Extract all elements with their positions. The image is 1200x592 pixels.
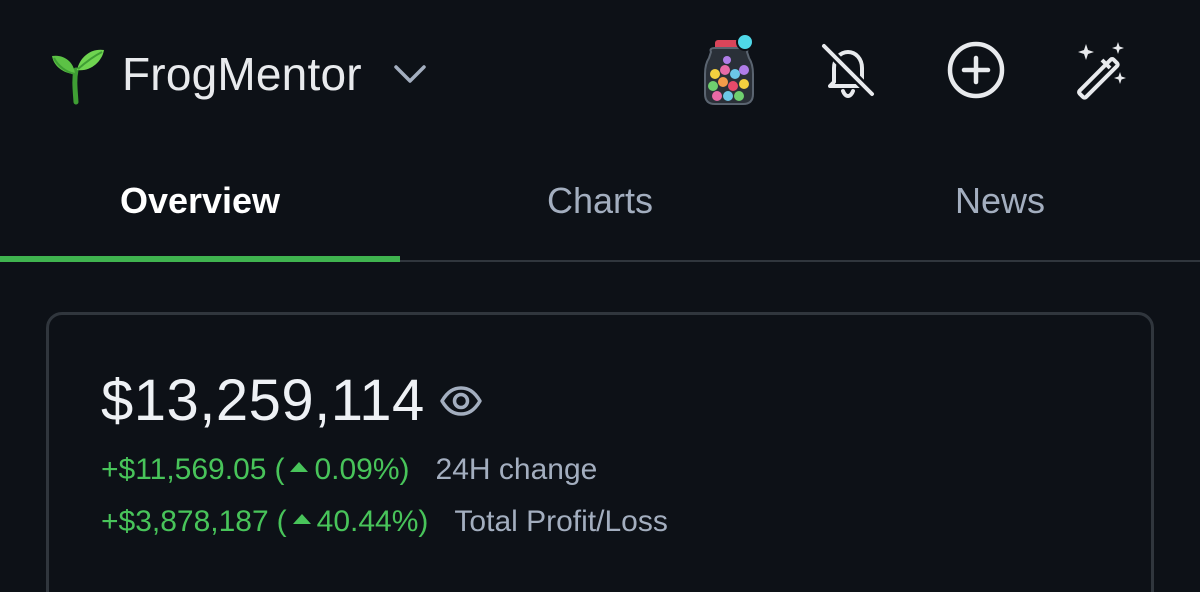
magic-wand-icon	[1068, 38, 1132, 107]
portfolio-screen: FrogMentor Overview Charts News $13,259,…	[0, 0, 1200, 592]
tab-overview[interactable]: Overview	[0, 150, 400, 262]
triangle-up-icon	[290, 462, 309, 472]
candy-jar-icon	[697, 32, 761, 111]
change-24h-label: 24H change	[435, 453, 598, 486]
plus-circle-icon	[944, 38, 1008, 107]
total-pl-percent: 40.44%	[316, 505, 419, 538]
change-24h-close-paren: )	[399, 453, 410, 486]
balance-row: $13,259,114	[101, 367, 483, 434]
tab-news[interactable]: News	[800, 150, 1200, 260]
app-header: FrogMentor	[0, 0, 1200, 150]
portfolio-summary-card: $13,259,114 +$11,569.05 ( 0.09% ) 24H ch…	[46, 312, 1154, 592]
portfolio-switcher[interactable]: FrogMentor	[44, 42, 428, 106]
bell-off-icon	[816, 38, 880, 107]
total-pl-amount: +$3,878,187	[101, 505, 269, 538]
change-24h-percent: 0.09%	[314, 453, 400, 486]
change-24h-row: +$11,569.05 ( 0.09% ) 24H change	[101, 453, 597, 487]
magic-button[interactable]	[1068, 40, 1132, 104]
total-balance: $13,259,114	[101, 368, 425, 433]
alerts-button[interactable]	[816, 40, 880, 104]
eye-icon[interactable]	[439, 379, 483, 423]
total-pl-row: +$3,878,187 ( 40.44% ) Total Profit/Loss	[101, 505, 668, 539]
triangle-up-icon	[292, 514, 311, 524]
tab-bar: Overview Charts News	[0, 150, 1200, 262]
change-24h-amount: +$11,569.05	[101, 453, 267, 486]
total-pl-label: Total Profit/Loss	[454, 505, 668, 538]
tab-charts[interactable]: Charts	[400, 150, 800, 260]
add-button[interactable]	[944, 40, 1008, 104]
sprout-icon	[44, 42, 108, 106]
chevron-down-icon[interactable]	[392, 56, 428, 92]
total-pl-close-paren: )	[418, 505, 429, 538]
change-24h-open-paren: (	[274, 453, 285, 486]
candy-jar-button[interactable]	[697, 32, 761, 111]
portfolio-name: FrogMentor	[122, 48, 362, 100]
total-pl-open-paren: (	[276, 505, 287, 538]
